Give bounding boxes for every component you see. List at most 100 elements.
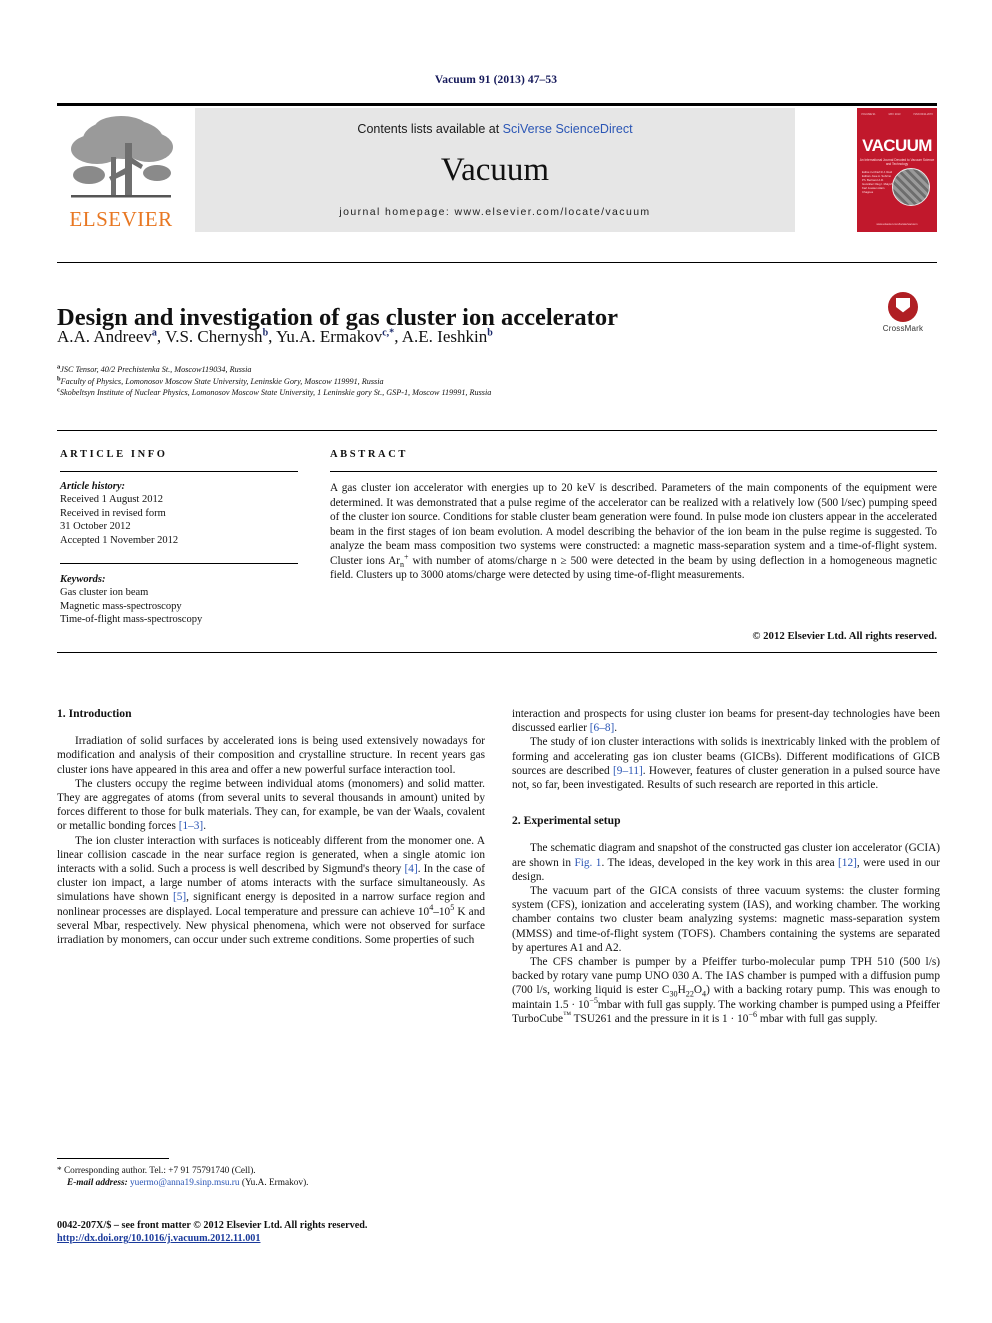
s1-p2-text-a: The clusters occupy the regime between i…: [57, 777, 485, 833]
sciencedirect-link[interactable]: SciVerse ScienceDirect: [503, 122, 633, 136]
affiliation-c-text: Skobeltsyn Institute of Nuclear Physics,…: [59, 388, 492, 398]
abstract-formula-sub: n: [400, 559, 405, 569]
cover-volume: VOLUME 91: [861, 113, 876, 116]
corresponding-marker: *: [57, 1166, 62, 1176]
running-head: Vacuum 91 (2013) 47–53: [434, 74, 558, 86]
abstract-part-2: with number of atoms/charge n ≥ 500 were…: [330, 554, 937, 582]
s2-p3-text-f: TSU261 and the pressure in it is 1 · 10: [571, 1012, 749, 1025]
s2-p3-text-c: O: [693, 984, 703, 997]
affiliation-a: aJSC Tensor, 40/2 Prechistenka St., Mosc…: [57, 364, 937, 376]
title-divider: [57, 262, 937, 263]
affiliation-list: aJSC Tensor, 40/2 Prechistenka St., Mosc…: [57, 364, 937, 399]
author-2-mark: c,*: [382, 327, 395, 339]
crossmark-badge[interactable]: CrossMark: [872, 292, 934, 346]
crossmark-label: CrossMark: [882, 324, 924, 333]
cover-issn: ISSN 0042-207X: [913, 113, 933, 116]
contents-prefix: Contents lists available at: [357, 122, 503, 136]
author-1-mark: b: [262, 327, 269, 339]
imprint-line: 0042-207X/$ – see front matter © 2012 El…: [57, 1220, 368, 1231]
citation-6-8[interactable]: [6–8]: [590, 722, 614, 734]
author-0: A.A. Andreev: [57, 327, 152, 346]
keyword-2: Time-of-flight mass-spectroscopy: [60, 614, 203, 626]
corresponding-author-footnote: * Corresponding author. Tel.: +7 91 7579…: [57, 1165, 487, 1190]
s1-p4-text-b: .: [614, 722, 618, 735]
history-divider: [60, 563, 298, 564]
citation-12[interactable]: [12]: [838, 857, 857, 869]
s2-p1-text-b: . The ideas, developed in the key work i…: [601, 856, 839, 869]
exponent-minus-5: −5: [589, 995, 598, 1005]
formula-sub-22: 22: [685, 989, 694, 999]
paper-page: Vacuum 91 (2013) 47–53 ELSEVIER Contents…: [0, 0, 992, 1323]
cover-topbar: VOLUME 91 MAY 2013 ISSN 0042-207X: [861, 113, 933, 116]
exponent-minus-6: −6: [748, 1010, 758, 1020]
imprint-block: 0042-207X/$ – see front matter © 2012 El…: [57, 1219, 557, 1245]
s1-p2-text-b: .: [203, 820, 207, 833]
paragraph-s1-p4: interaction and prospects for using clus…: [512, 707, 940, 735]
article-history: Article history: Received 1 August 2012 …: [60, 480, 310, 547]
copyright-line: © 2012 Elsevier Ltd. All rights reserved…: [752, 630, 937, 642]
journal-masthead: ELSEVIER Contents lists available at Sci…: [57, 103, 937, 235]
section-2-heading: 2. Experimental setup: [512, 814, 621, 828]
author-3-mark: b: [487, 327, 493, 339]
cover-editors: Editor-in-Chief R.J. Reid Editors Jose A…: [862, 170, 896, 194]
paragraph-s2-p1: The schematic diagram and snapshot of th…: [512, 841, 940, 884]
citation-1-3[interactable]: [1–3]: [179, 820, 203, 832]
abstract-formula: n+: [400, 552, 409, 569]
cover-date: MAY 2013: [888, 113, 901, 116]
author-list: A.A. Andreeva, V.S. Chernyshb, Yu.A. Erm…: [57, 327, 493, 346]
elsevier-tree-icon: [65, 113, 177, 205]
contents-available-line: Contents lists available at SciVerse Sci…: [195, 122, 795, 136]
email-link[interactable]: yuermo@anna19.sinp.msu.ru: [130, 1178, 240, 1188]
trademark-symbol: ™: [563, 1010, 572, 1020]
body-column-left: 1. Introduction Irradiation of solid sur…: [57, 707, 485, 947]
section-1-heading: 1. Introduction: [57, 707, 132, 720]
doi-link[interactable]: http://dx.doi.org/10.1016/j.vacuum.2012.…: [57, 1232, 557, 1245]
history-item-2: 31 October 2012: [60, 521, 131, 533]
citation-4[interactable]: [4]: [405, 863, 418, 875]
citation-5[interactable]: [5]: [173, 891, 186, 903]
article-history-label: Article history:: [60, 481, 126, 492]
figure-1-link[interactable]: Fig. 1: [574, 857, 601, 869]
author-0-mark: a: [151, 327, 157, 339]
abstract-mid-rule: [330, 471, 937, 472]
paragraph-s1-p1: Irradiation of solid surfaces by acceler…: [57, 735, 485, 776]
masthead-top-rule: [57, 103, 937, 106]
corresponding-text: Corresponding author. Tel.: +7 91 757917…: [63, 1166, 256, 1176]
paragraph-s2-p3: The CFS chamber is pumper by a Pfeiffer …: [512, 955, 940, 1026]
author-1: V.S. Chernysh: [165, 327, 263, 346]
abstract-text: A gas cluster ion accelerator with energ…: [330, 481, 937, 583]
keyword-1: Magnetic mass-spectroscopy: [60, 600, 182, 612]
email-label: E-mail address:: [67, 1178, 128, 1189]
s2-p3-text-b: H: [677, 984, 686, 997]
info-top-rule: [57, 430, 937, 431]
crossmark-icon: [888, 292, 918, 322]
author-2: Yu.A. Ermakov: [276, 327, 383, 346]
history-item-1: Received in revised form: [60, 507, 166, 519]
masthead-center-panel: Contents lists available at SciVerse Sci…: [195, 108, 795, 232]
keywords-label: Keywords:: [60, 574, 106, 585]
s2-p3-text-g: mbar with full gas supply.: [757, 1012, 878, 1025]
email-line: E-mail address: yuermo@anna19.sinp.msu.r…: [57, 1177, 487, 1189]
article-info-heading: ARTICLE INFO: [60, 449, 168, 460]
affiliation-b: bFaculty of Physics, Lomonosov Moscow St…: [57, 375, 937, 388]
keywords-block: Keywords: Gas cluster ion beam Magnetic …: [60, 573, 310, 627]
cover-title: VACUUM: [862, 136, 932, 155]
author-3: A.E. Ieshkin: [401, 327, 488, 346]
paragraph-s2-p2: The vacuum part of the GICA consists of …: [512, 885, 940, 954]
corresponding-author-line: * Corresponding author. Tel.: +7 91 7579…: [57, 1165, 487, 1177]
elsevier-logo: ELSEVIER: [57, 111, 185, 235]
cover-photo: [892, 168, 930, 206]
affiliation-a-text: JSC Tensor, 40/2 Prechistenka St., Mosco…: [60, 365, 252, 374]
history-item-0: Received 1 August 2012: [60, 494, 163, 506]
paragraph-s1-p3: The ion cluster interaction with surface…: [57, 834, 485, 948]
footnote-rule: [57, 1158, 169, 1159]
paragraph-s1-p2: The clusters occupy the regime between i…: [57, 777, 485, 834]
history-item-3: Accepted 1 November 2012: [60, 534, 179, 546]
citation-9-11[interactable]: [9–11]: [613, 765, 643, 777]
journal-homepage-link[interactable]: journal homepage: www.elsevier.com/locat…: [195, 206, 795, 218]
affiliation-b-text: Faculty of Physics, Lomonosov Moscow Sta…: [60, 376, 384, 386]
info-bottom-rule: [57, 652, 937, 653]
journal-cover-thumbnail: VOLUME 91 MAY 2013 ISSN 0042-207X VACUUM…: [857, 108, 937, 232]
elsevier-wordmark: ELSEVIER: [69, 207, 173, 231]
keyword-0: Gas cluster ion beam: [60, 587, 149, 599]
